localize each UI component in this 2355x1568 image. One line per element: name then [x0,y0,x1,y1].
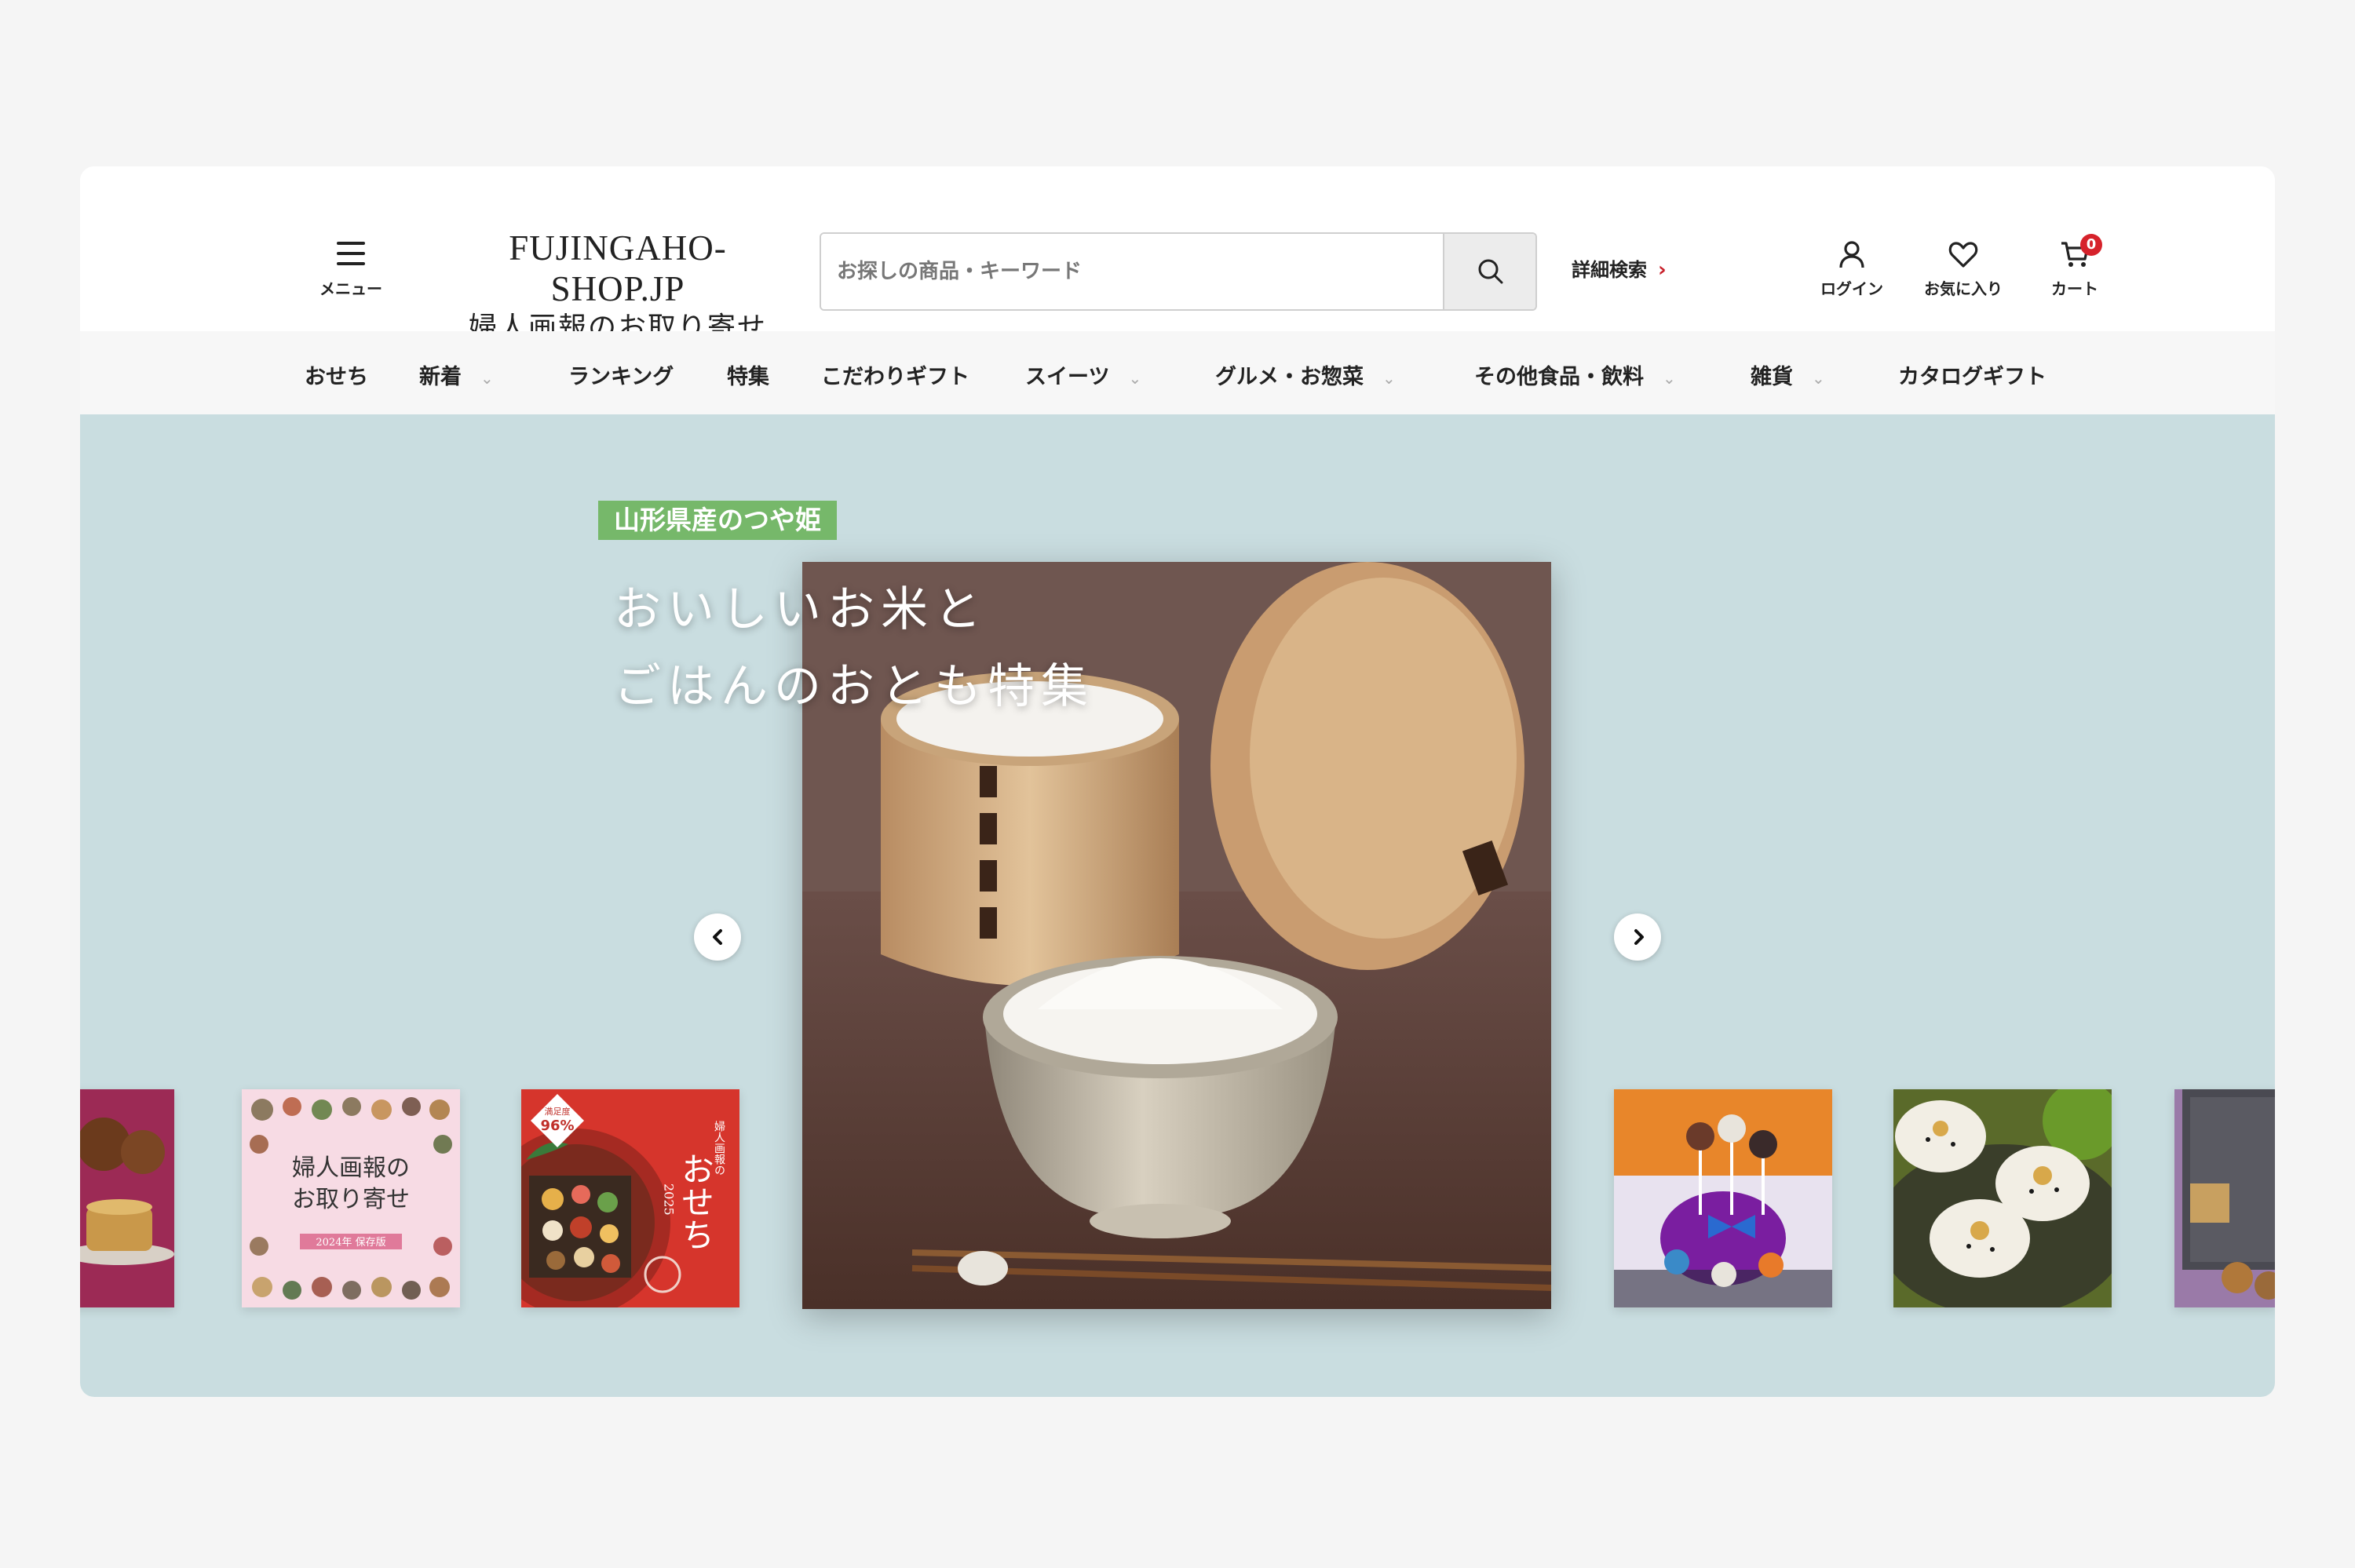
cart-button[interactable]: 0 カート [2032,234,2118,299]
login-button[interactable]: ログイン [1809,240,1895,299]
feature-headline: おいしいお米と ごはんのおとも特集 [614,571,1094,725]
osechi-cover-image: 満足度 96% 婦人画報の おせち 2025 [521,1089,739,1307]
tin-box-image [2174,1089,2275,1307]
catalog-cover-image: 婦人画報の お取り寄せ 2024年 保存版 [242,1089,460,1307]
nav-item-sweets[interactable]: スイーツ ⌄ [1025,359,1141,390]
chestnut-dessert-image [80,1089,174,1307]
osechi-badge-top: 満足度 [545,1106,571,1117]
nav-label: こだわりギフト [821,365,969,389]
carousel-slide-catalog[interactable]: 婦人画報の お取り寄せ 2024年 保存版 [242,1089,460,1307]
feature-tag: 山形県産のつや姫 [598,501,837,540]
site-header: メニュー FUJINGAHO-SHOP.JP 婦人画報のお取り寄せ 詳細検索 › [80,166,2275,344]
carousel-slide-chestnut[interactable] [80,1089,174,1307]
carousel-next-button[interactable] [1614,913,1661,961]
nav-label: スイーツ [1025,365,1110,389]
nav-label: その他食品・飲料 [1474,365,1644,389]
nav-label: 新着 [419,365,462,389]
onigiri-image [1893,1089,2112,1307]
catalog-title-line2: お取り寄せ [292,1186,410,1213]
advanced-search-link[interactable]: 詳細検索 › [1572,254,1667,282]
cart-count-badge: 0 [2080,234,2102,256]
nav-item-gifts[interactable]: こだわりギフト [821,359,969,390]
halloween-sweets-image [1614,1089,1832,1307]
menu-button[interactable]: メニュー [308,242,394,304]
logo-en: FUJINGAHO-SHOP.JP [509,228,727,308]
nav-label: おせち [305,365,368,389]
catalog-title-line1: 婦人画報の [292,1154,410,1182]
login-label: ログイン [1820,279,1883,298]
search-button[interactable] [1443,234,1535,309]
cart-label: カート [2051,279,2098,298]
chevron-down-icon: ⌄ [1382,369,1396,388]
nav-item-new[interactable]: 新着 ⌄ [419,359,494,390]
chevron-down-icon: ⌄ [1812,369,1825,388]
headline-line2: ごはんのおとも特集 [614,659,1094,714]
carousel-slide-tin[interactable] [2174,1089,2275,1307]
nav-item-other-food[interactable]: その他食品・飲料 ⌄ [1474,359,1676,390]
user-icon [1839,241,1864,268]
nav-label: 特集 [727,365,769,389]
nav-label: ランキング [568,365,674,389]
nav-item-gourmet[interactable]: グルメ・お惣菜 ⌄ [1215,359,1396,390]
carousel-prev-button[interactable] [694,913,741,961]
favorites-label: お気に入り [1924,279,2003,298]
nav-item-catalog[interactable]: カタログギフト [1898,359,2046,390]
headline-line1: おいしいお米と [614,582,988,637]
carousel-slide-onigiri[interactable] [1893,1089,2112,1307]
osechi-year: 2025 [662,1183,677,1216]
nav-item-features[interactable]: 特集 [727,359,769,390]
chevron-right-icon [1634,929,1644,945]
catalog-subtitle: 2024年 保存版 [316,1237,385,1249]
nav-label: 雑貨 [1751,365,1793,389]
osechi-badge-value: 96% [540,1118,574,1134]
search-input[interactable] [821,234,1444,309]
nav-item-ranking[interactable]: ランキング [568,359,674,390]
search-bar [820,232,1537,311]
hero-carousel: 婦人画報の お取り寄せ 2024年 保存版 満足度 96% 婦人画報の おせち … [80,414,2275,1397]
chevron-right-icon: › [1658,258,1667,282]
site-logo[interactable]: FUJINGAHO-SHOP.JP 婦人画報のお取り寄せ [449,228,787,347]
nav-item-goods[interactable]: 雑貨 ⌄ [1751,359,1825,390]
nav-label: グルメ・お惣菜 [1215,365,1364,389]
favorites-button[interactable]: お気に入り [1920,240,2006,299]
carousel-slide-halloween[interactable] [1614,1089,1832,1307]
menu-label: メニュー [319,279,382,298]
advanced-search-label: 詳細検索 [1572,259,1647,281]
search-icon [1478,259,1503,284]
chevron-left-icon [713,929,722,945]
hamburger-icon [337,242,365,265]
category-nav: おせち 新着 ⌄ ランキング 特集 こだわりギフト スイーツ ⌄ グルメ・お惣菜 ⌄ … [80,331,2275,414]
chevron-down-icon: ⌄ [1128,369,1142,388]
carousel-slide-osechi[interactable]: 満足度 96% 婦人画報の おせち 2025 [521,1089,739,1307]
nav-item-osechi[interactable]: おせち [305,359,368,390]
osechi-big-title: おせち [677,1152,715,1251]
nav-label: カタログギフト [1898,365,2046,389]
browser-page: メニュー FUJINGAHO-SHOP.JP 婦人画報のお取り寄せ 詳細検索› [80,166,2275,1397]
heart-icon [1948,242,1978,268]
chevron-down-icon: ⌄ [480,369,494,388]
chevron-down-icon: ⌄ [1663,369,1676,388]
